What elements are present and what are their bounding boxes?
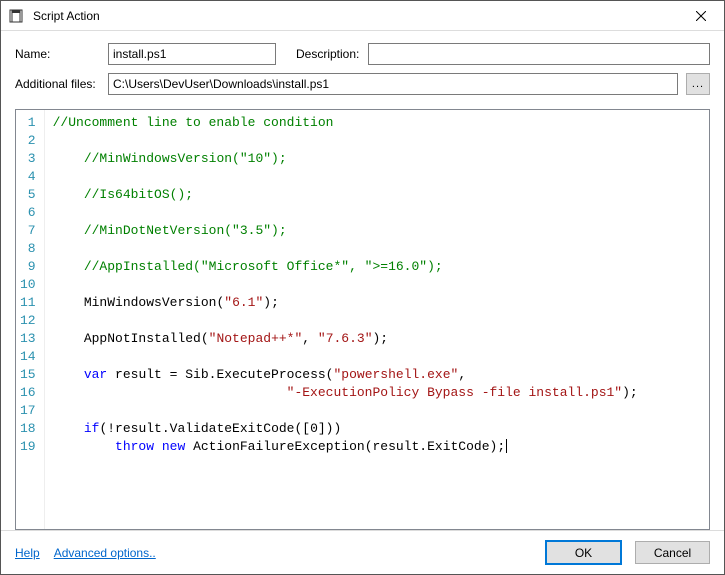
code-line[interactable]: //AppInstalled("Microsoft Office*", ">=1… [53,258,705,276]
line-number: 5 [20,186,36,204]
code-token: AppNotInstalled( [84,331,209,346]
code-line[interactable]: throw new ActionFailureException(result.… [53,438,705,456]
code-token: , [458,367,466,382]
app-icon [1,9,31,23]
code-token [53,439,115,454]
line-number: 3 [20,150,36,168]
code-editor[interactable]: 12345678910111213141516171819 //Uncommen… [15,109,710,530]
line-number: 13 [20,330,36,348]
code-token [53,331,84,346]
code-line[interactable]: //MinWindowsVersion("10"); [53,150,705,168]
code-line[interactable]: if(!result.ValidateExitCode([0])) [53,420,705,438]
code-line[interactable] [53,240,705,258]
code-token: ); [373,331,389,346]
line-number: 19 [20,438,36,456]
content-area: Name: Description: Additional files: ...… [1,31,724,530]
code-token: new [162,439,185,454]
code-token: result = Sib.ExecuteProcess( [107,367,333,382]
line-number: 16 [20,384,36,402]
code-token: //AppInstalled("Microsoft Office*", ">=1… [84,259,443,274]
line-number: 8 [20,240,36,258]
code-token: "7.6.3" [318,331,373,346]
name-input[interactable] [108,43,276,65]
line-number: 6 [20,204,36,222]
line-number: 7 [20,222,36,240]
text-caret [506,439,507,453]
code-token [53,295,84,310]
code-token [154,439,162,454]
code-line[interactable] [53,402,705,420]
line-number: 12 [20,312,36,330]
code-line[interactable]: AppNotInstalled("Notepad++*", "7.6.3"); [53,330,705,348]
code-token: //MinWindowsVersion("10"); [84,151,287,166]
code-line[interactable]: MinWindowsVersion("6.1"); [53,294,705,312]
advanced-options-link[interactable]: Advanced options.. [54,546,156,560]
code-token: "powershell.exe" [333,367,458,382]
line-number: 15 [20,366,36,384]
additional-files-input[interactable] [108,73,678,95]
line-number-gutter: 12345678910111213141516171819 [16,110,45,529]
code-token: (!result.ValidateExitCode([0])) [99,421,341,436]
code-token: "Notepad++*" [209,331,303,346]
close-button[interactable] [678,1,724,30]
code-token [53,187,84,202]
code-token [53,259,84,274]
code-line[interactable] [53,168,705,186]
code-token: //MinDotNetVersion("3.5"); [84,223,287,238]
cancel-button[interactable]: Cancel [635,541,710,564]
code-line[interactable]: "-ExecutionPolicy Bypass -file install.p… [53,384,705,402]
code-token [53,421,84,436]
name-row: Name: Description: [15,43,710,65]
line-number: 4 [20,168,36,186]
line-number: 9 [20,258,36,276]
code-token: "-ExecutionPolicy Bypass -file install.p… [287,385,622,400]
files-row: Additional files: ... [15,73,710,95]
code-token [53,385,287,400]
description-label: Description: [296,47,360,61]
line-number: 11 [20,294,36,312]
code-line[interactable] [53,132,705,150]
code-token: "6.1" [224,295,263,310]
code-token [53,367,84,382]
line-number: 1 [20,114,36,132]
code-line[interactable] [53,204,705,222]
code-token: throw [115,439,154,454]
code-token: MinWindowsVersion( [84,295,224,310]
help-link[interactable]: Help [15,546,40,560]
description-input[interactable] [368,43,710,65]
code-area[interactable]: //Uncomment line to enable condition //M… [45,110,709,529]
line-number: 2 [20,132,36,150]
dialog-footer: Help Advanced options.. OK Cancel [1,530,724,574]
code-line[interactable] [53,348,705,366]
line-number: 14 [20,348,36,366]
code-line[interactable]: //MinDotNetVersion("3.5"); [53,222,705,240]
code-line[interactable]: //Uncomment line to enable condition [53,114,705,132]
code-token: var [84,367,107,382]
code-token: ); [622,385,638,400]
line-number: 17 [20,402,36,420]
code-line[interactable]: var result = Sib.ExecuteProcess("powersh… [53,366,705,384]
code-token: //Uncomment line to enable condition [53,115,334,130]
code-token: ); [263,295,279,310]
files-label: Additional files: [15,77,100,91]
ok-button[interactable]: OK [546,541,621,564]
code-token: ActionFailureException(result.ExitCode); [185,439,505,454]
code-token: //Is64bitOS(); [84,187,193,202]
code-line[interactable] [53,276,705,294]
code-token [53,223,84,238]
line-number: 10 [20,276,36,294]
browse-button[interactable]: ... [686,73,710,95]
window-title: Script Action [31,9,678,23]
code-line[interactable]: //Is64bitOS(); [53,186,705,204]
code-token [53,151,84,166]
code-token: if [84,421,100,436]
code-line[interactable] [53,312,705,330]
code-token: , [302,331,318,346]
name-label: Name: [15,47,100,61]
window-titlebar: Script Action [1,1,724,31]
close-icon [696,11,706,21]
line-number: 18 [20,420,36,438]
